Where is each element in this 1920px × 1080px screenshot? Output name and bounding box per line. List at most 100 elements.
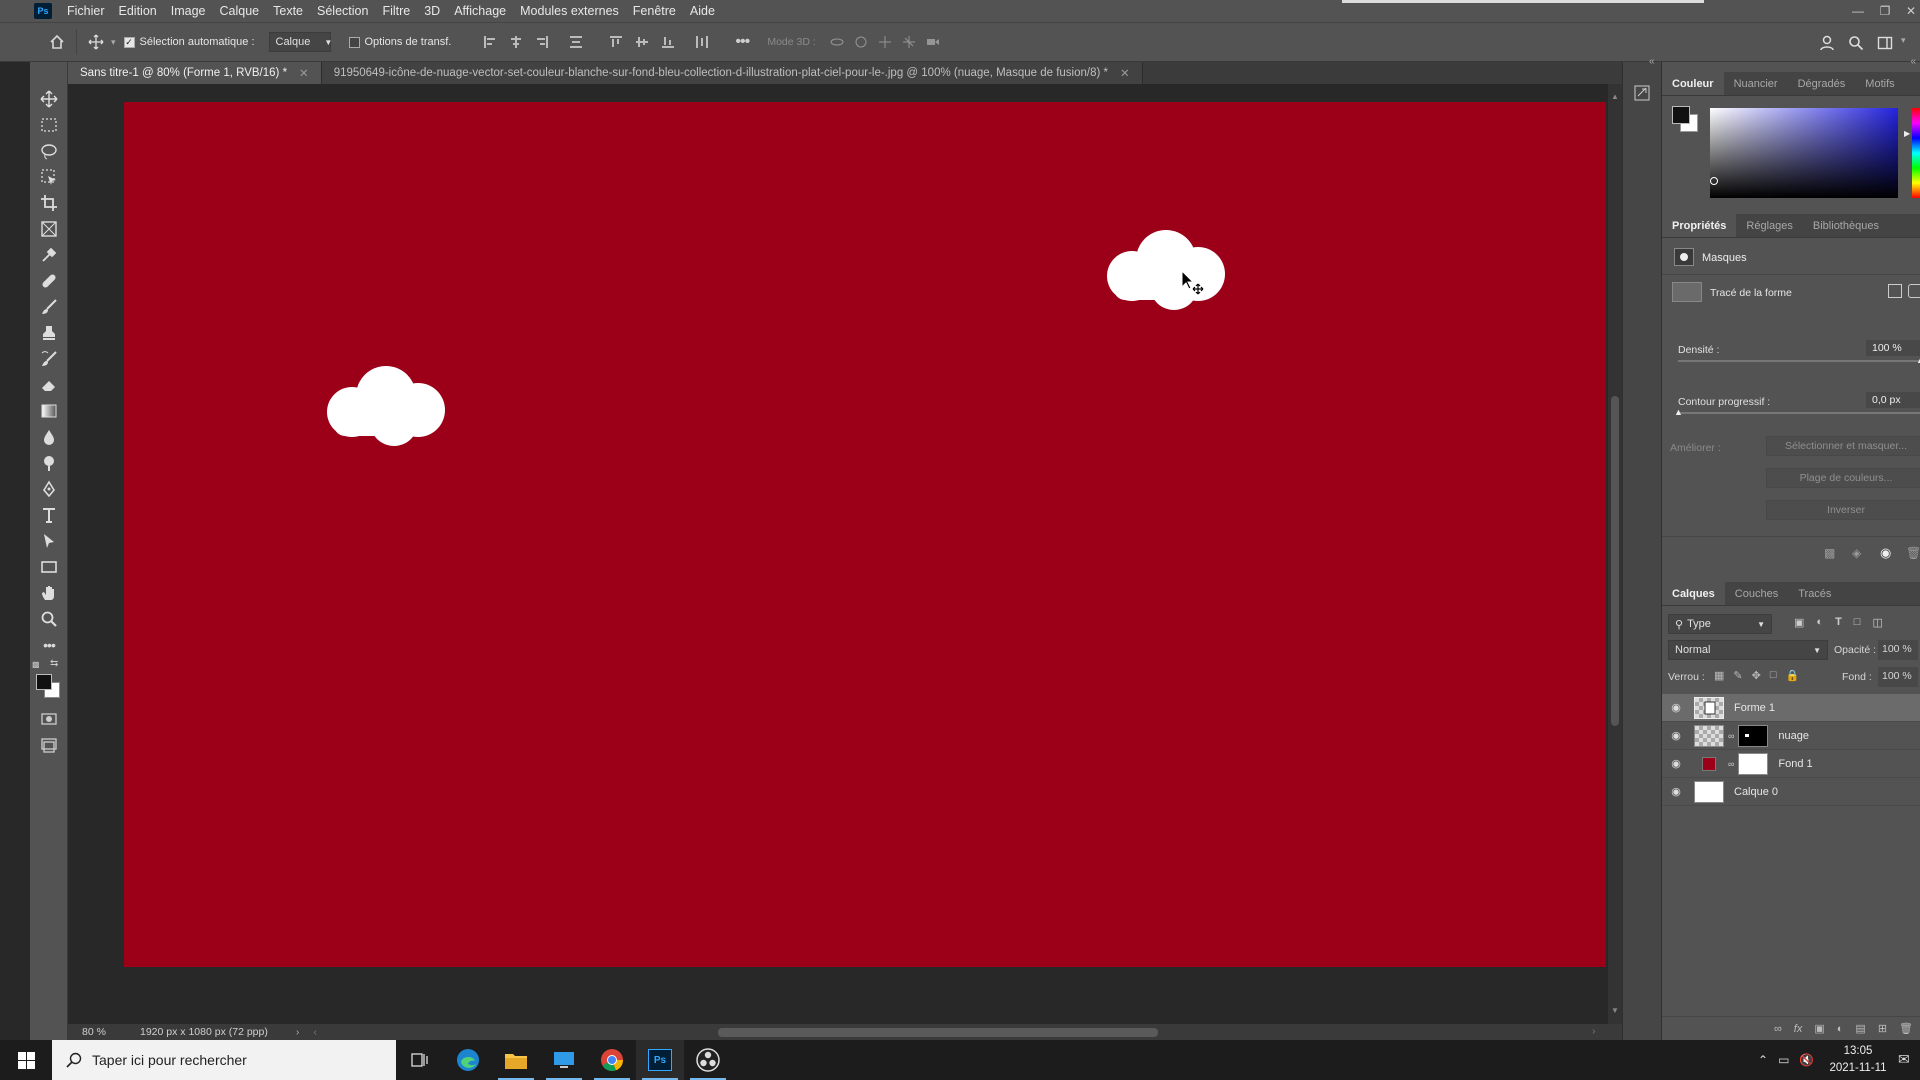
fill-field[interactable]: 100 % — [1878, 667, 1918, 687]
vector-mask-thumbnail[interactable] — [1672, 282, 1702, 302]
crop-tool-icon[interactable] — [30, 190, 68, 216]
align-left-icon[interactable] — [479, 31, 501, 53]
menu-image[interactable]: Image — [164, 4, 213, 18]
layer-name[interactable]: Forme 1 — [1734, 702, 1775, 714]
blend-mode-dropdown[interactable]: Normal ▼ — [1668, 640, 1828, 660]
zoom-tool-icon[interactable] — [30, 606, 68, 632]
menu-texte[interactable]: Texte — [266, 4, 310, 18]
layer-mask-thumbnail[interactable] — [1738, 724, 1769, 747]
menu-fichier[interactable]: Fichier — [60, 4, 112, 18]
move-tool-icon[interactable] — [30, 86, 68, 112]
screen-mode-icon[interactable] — [30, 732, 68, 758]
density-slider-thumb[interactable]: ▲ — [1916, 355, 1920, 365]
healing-brush-tool-icon[interactable] — [30, 268, 68, 294]
taskbar-clock[interactable]: 13:05 2021-11-11 — [1828, 1043, 1888, 1077]
tab-proprietes[interactable]: Propriétés — [1662, 214, 1737, 237]
edge-browser-icon[interactable] — [444, 1040, 492, 1080]
menu-calque[interactable]: Calque — [213, 4, 267, 18]
layer-row-fond-1[interactable]: ◉ ∞ Fond 1 — [1662, 750, 1920, 778]
document-canvas[interactable] — [124, 102, 1606, 967]
density-field[interactable]: 100 % — [1866, 340, 1920, 356]
color-range-button[interactable]: Plage de couleurs... — [1766, 468, 1920, 488]
hue-slider[interactable] — [1912, 108, 1920, 198]
menu-fenetre[interactable]: Fenêtre — [626, 4, 683, 18]
gradient-tool-icon[interactable] — [30, 398, 68, 424]
filter-adjustment-icon[interactable]: ◐ — [1816, 616, 1823, 629]
tab-nuancier[interactable]: Nuancier — [1724, 72, 1788, 95]
link-layers-icon[interactable]: ∞ — [1774, 1023, 1782, 1035]
filter-smart-object-icon[interactable]: ◫ — [1872, 616, 1882, 629]
history-brush-tool-icon[interactable] — [30, 346, 68, 372]
lasso-tool-icon[interactable] — [30, 138, 68, 164]
foreground-color-swatch[interactable] — [36, 674, 52, 690]
photoshop-taskbar-icon[interactable]: Ps — [636, 1040, 684, 1080]
file-explorer-icon[interactable] — [492, 1040, 540, 1080]
layer-name[interactable]: nuage — [1778, 730, 1809, 742]
feather-slider-thumb[interactable]: ▲ — [1674, 407, 1683, 417]
tray-chevron-up-icon[interactable]: ⌃ — [1758, 1053, 1768, 1067]
align-middle-v-icon[interactable] — [631, 31, 653, 53]
lock-all-icon[interactable]: 🔒 — [1786, 669, 1800, 682]
select-pixel-mask-icon[interactable] — [1888, 284, 1902, 298]
object-select-tool-icon[interactable] — [30, 164, 68, 190]
vertical-scrollbar[interactable]: ▲ ▼ — [1608, 84, 1622, 1024]
feather-field[interactable]: 0,0 px — [1866, 392, 1920, 408]
swap-colors-icon[interactable]: ⇆ — [50, 658, 58, 669]
rectangle-tool-icon[interactable] — [30, 554, 68, 580]
blur-tool-icon[interactable] — [30, 424, 68, 450]
new-layer-icon[interactable]: ⊞ — [1878, 1022, 1887, 1035]
invert-button[interactable]: Inverser — [1766, 500, 1920, 520]
notifications-icon[interactable]: ✉ — [1898, 1051, 1910, 1068]
quick-mask-icon[interactable] — [30, 706, 68, 732]
filter-shape-icon[interactable]: □ — [1854, 616, 1861, 629]
hand-tool-icon[interactable] — [30, 580, 68, 606]
lock-transparency-icon[interactable]: ▦ — [1714, 669, 1724, 682]
menu-modules-externes[interactable]: Modules externes — [513, 4, 626, 18]
add-mask-icon[interactable]: ▣ — [1814, 1022, 1824, 1035]
align-center-h-icon[interactable] — [505, 31, 527, 53]
volume-muted-icon[interactable]: 🔇 — [1799, 1053, 1814, 1067]
tab-calques[interactable]: Calques — [1662, 582, 1725, 605]
saturation-brightness-field[interactable] — [1710, 108, 1898, 198]
hscroll-left-icon[interactable]: ‹ — [313, 1026, 317, 1038]
density-slider[interactable] — [1678, 360, 1920, 362]
toggle-mask-visibility-icon[interactable]: ◉ — [1880, 545, 1891, 561]
align-right-icon[interactable] — [531, 31, 553, 53]
foreground-color-chip[interactable] — [1672, 106, 1690, 124]
eyedropper-tool-icon[interactable] — [30, 242, 68, 268]
collapse-panel-icon[interactable]: « — [1910, 56, 1916, 67]
collapse-icon[interactable]: « — [1649, 56, 1655, 67]
load-selection-icon[interactable]: ▩ — [1824, 546, 1835, 560]
close-icon[interactable]: ✕ — [1898, 0, 1920, 22]
opacity-field[interactable]: 100 % — [1878, 640, 1918, 660]
brush-tool-icon[interactable] — [30, 294, 68, 320]
history-panel-icon[interactable] — [1633, 84, 1651, 102]
link-chain-icon[interactable]: ∞ — [1728, 731, 1734, 741]
default-colors-icon[interactable]: ▩ — [32, 660, 40, 669]
lock-artboard-icon[interactable]: □ — [1770, 669, 1777, 682]
roll-3d-icon[interactable] — [850, 31, 872, 53]
layer-mask-thumbnail[interactable] — [1738, 752, 1769, 775]
menu-selection[interactable]: Sélection — [310, 4, 375, 18]
orbit-3d-icon[interactable] — [826, 31, 848, 53]
select-and-mask-button[interactable]: Sélectionner et masquer... — [1766, 436, 1920, 456]
pan-3d-icon[interactable] — [874, 31, 896, 53]
menu-filtre[interactable]: Filtre — [375, 4, 417, 18]
layer-row-forme-1[interactable]: ◉ Forme 1 — [1662, 694, 1920, 722]
camera-3d-icon[interactable] — [922, 31, 944, 53]
menu-aide[interactable]: Aide — [683, 4, 722, 18]
type-tool-icon[interactable] — [30, 502, 68, 528]
move-tool-icon[interactable] — [85, 31, 107, 53]
scroll-up-icon[interactable]: ▲ — [1611, 92, 1619, 101]
home-icon[interactable] — [46, 31, 68, 53]
vertical-scroll-thumb[interactable] — [1611, 396, 1619, 726]
tab-bibliotheques[interactable]: Bibliothèques — [1803, 214, 1889, 237]
lock-position-icon[interactable]: ✥ — [1752, 669, 1761, 682]
marquee-tool-icon[interactable] — [30, 112, 68, 138]
network-icon[interactable]: ▭ — [1778, 1053, 1789, 1067]
hscroll-right-icon[interactable]: › — [1592, 1025, 1596, 1037]
cloud-shape-right[interactable] — [1096, 228, 1234, 312]
edit-toolbar-icon[interactable]: ••• — [30, 632, 68, 658]
layer-style-fx-icon[interactable]: fx — [1794, 1023, 1803, 1035]
tab-reglages[interactable]: Réglages — [1736, 214, 1802, 237]
